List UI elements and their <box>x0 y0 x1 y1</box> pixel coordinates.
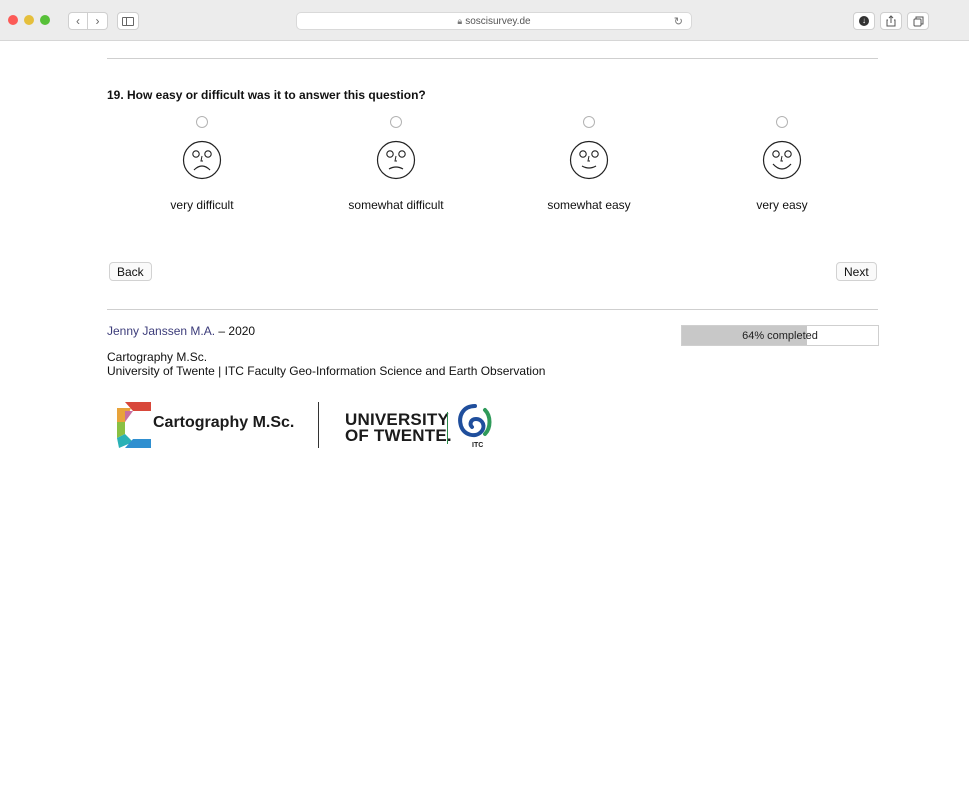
next-button[interactable]: Next <box>836 262 877 281</box>
download-icon: ↓ <box>859 16 869 26</box>
address-bar[interactable]: 🔒︎ soscisurvey.de ↻ <box>296 12 692 30</box>
author-year: – 2020 <box>215 324 256 338</box>
cartography-logo-icon <box>117 402 151 448</box>
option-very-easy[interactable]: very easy <box>702 116 862 212</box>
itc-logo-text: ITC <box>472 442 483 449</box>
minimize-window-button[interactable] <box>24 15 34 25</box>
option-label: somewhat easy <box>547 198 631 212</box>
sidebar-toggle-button[interactable] <box>117 12 139 30</box>
very-sad-face-icon <box>182 140 222 180</box>
option-label: very easy <box>756 198 808 212</box>
tabs-icon <box>913 16 923 26</box>
share-button[interactable] <box>880 12 902 30</box>
browser-forward-button[interactable]: › <box>88 12 108 30</box>
progress-text: 64% completed <box>742 330 818 342</box>
affiliation-line-2: University of Twente | ITC Faculty Geo-I… <box>107 364 546 378</box>
ut-line-2: OF TWENTE. <box>345 426 452 445</box>
radio-very-easy[interactable] <box>776 116 788 128</box>
option-very-difficult[interactable]: very difficult <box>122 116 282 212</box>
reload-icon[interactable]: ↻ <box>674 15 683 28</box>
tab-overview-button[interactable] <box>907 12 929 30</box>
share-icon <box>886 15 896 27</box>
downloads-button[interactable]: ↓ <box>853 12 875 30</box>
radio-somewhat-easy[interactable] <box>583 116 595 128</box>
option-somewhat-easy[interactable]: somewhat easy <box>509 116 669 212</box>
back-button[interactable]: Back <box>109 262 152 281</box>
option-somewhat-difficult[interactable]: somewhat difficult <box>316 116 476 212</box>
radio-somewhat-difficult[interactable] <box>390 116 402 128</box>
sidebar-icon <box>122 16 134 26</box>
affiliation-line-1: Cartography M.Sc. <box>107 350 208 364</box>
smile-face-icon <box>569 140 609 180</box>
browser-toolbar: ‹ › 🔒︎ soscisurvey.de ↻ ↓ <box>0 0 969 41</box>
author-line: Jenny Janssen M.A. – 2020 <box>107 324 255 338</box>
cartography-logo-text: Cartography M.Sc. <box>153 414 295 431</box>
logo-divider <box>318 402 319 448</box>
sad-face-icon <box>376 140 416 180</box>
progress-bar: 64% completed <box>681 325 879 346</box>
browser-back-button[interactable]: ‹ <box>68 12 88 30</box>
option-label: very difficult <box>170 198 234 212</box>
university-of-twente-logo-text: UNIVERSITY OF TWENTE. <box>345 411 452 445</box>
bottom-divider <box>107 309 878 310</box>
ut-accent-bar <box>447 412 448 444</box>
chevron-right-icon: › <box>95 14 100 28</box>
option-label: somewhat difficult <box>348 198 444 212</box>
question-text: 19. How easy or difficult was it to answ… <box>107 88 426 102</box>
lock-icon: 🔒︎ <box>457 16 463 26</box>
big-smile-face-icon <box>762 140 802 180</box>
top-divider <box>107 58 878 59</box>
chevron-left-icon: ‹ <box>76 14 80 28</box>
radio-very-difficult[interactable] <box>196 116 208 128</box>
close-window-button[interactable] <box>8 15 18 25</box>
zoom-window-button[interactable] <box>40 15 50 25</box>
itc-logo-icon: ITC <box>458 404 492 449</box>
author-link[interactable]: Jenny Janssen M.A. <box>107 324 215 338</box>
affiliation: Cartography M.Sc. University of Twente |… <box>107 350 545 378</box>
address-url: soscisurvey.de <box>465 16 531 27</box>
